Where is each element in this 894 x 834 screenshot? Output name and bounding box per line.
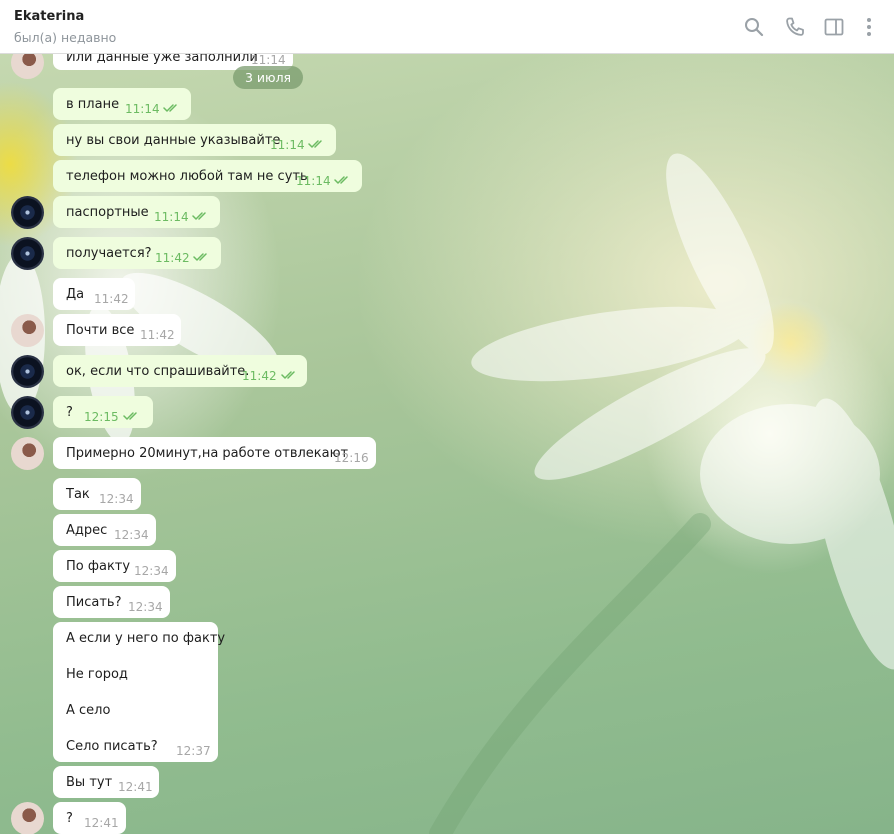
message-time: 11:42 <box>242 369 277 383</box>
message-text: ну вы свои данные указывайте <box>66 133 281 148</box>
message-text: паспортные <box>66 205 149 220</box>
message-bubble[interactable]: Примерно 20минут,на работе отвлекают 12:… <box>53 437 376 469</box>
chat-header: Ekaterina был(а) недавно <box>0 0 894 54</box>
phone-icon[interactable] <box>783 15 807 39</box>
message-time: 11:42 <box>140 328 175 342</box>
message-bubble[interactable]: ок, если что спрашивайте. 11:42 <box>53 355 307 387</box>
contact-avatar[interactable] <box>11 437 44 470</box>
contact-avatar[interactable] <box>11 802 44 834</box>
read-checkmarks-icon <box>308 140 322 148</box>
message-bubble[interactable]: Писать? 12:34 <box>53 586 170 618</box>
read-checkmarks-icon <box>281 371 295 379</box>
message-time: 11:14 <box>154 210 189 224</box>
message-time: 12:34 <box>99 492 134 506</box>
message-time: 11:42 <box>94 292 129 306</box>
message-time: 11:14 <box>296 174 331 188</box>
message-text: Вы тут <box>66 775 113 790</box>
message-time: 11:14 <box>125 102 160 116</box>
message-bubble[interactable]: Да 11:42 <box>53 278 135 310</box>
read-checkmarks-icon <box>192 212 206 220</box>
message-time: 11:42 <box>155 251 190 265</box>
message-time: 12:41 <box>118 780 153 794</box>
message-time: 12:34 <box>128 600 163 614</box>
message-bubble[interactable]: паспортные 11:14 <box>53 196 220 228</box>
message-bubble[interactable]: Адрес 12:34 <box>53 514 156 546</box>
read-checkmarks-icon <box>123 412 137 420</box>
search-icon[interactable] <box>742 15 766 39</box>
message-bubble[interactable]: Почти все 11:42 <box>53 314 181 346</box>
my-avatar[interactable] <box>11 396 44 429</box>
sidebar-toggle-icon[interactable] <box>822 15 846 39</box>
message-time: 12:15 <box>84 410 119 424</box>
message-text: Писать? <box>66 595 122 610</box>
message-text: Да <box>66 287 85 302</box>
message-time: 12:37 <box>176 744 211 758</box>
read-checkmarks-icon <box>193 253 207 261</box>
message-time: 12:16 <box>334 451 369 465</box>
message-text: Или данные уже заполнили <box>66 54 258 65</box>
message-text: Адрес <box>66 523 108 538</box>
my-avatar[interactable] <box>11 237 44 270</box>
message-line: Не город <box>66 667 128 682</box>
message-time: 12:34 <box>114 528 149 542</box>
message-time: 12:34 <box>134 564 169 578</box>
read-checkmarks-icon <box>334 176 348 184</box>
my-avatar[interactable] <box>11 355 44 388</box>
message-bubble[interactable]: получается? 11:42 <box>53 237 221 269</box>
message-bubble[interactable]: Так 12:34 <box>53 478 141 510</box>
message-text: Так <box>66 487 90 502</box>
message-text: в плане <box>66 97 120 112</box>
message-bubble[interactable]: ну вы свои данные указывайте 11:14 <box>53 124 336 156</box>
message-text: ? <box>66 405 73 420</box>
message-line: Село писать? <box>66 739 158 754</box>
message-bubble[interactable]: По факту 12:34 <box>53 550 176 582</box>
message-line: А если у него по факту <box>66 631 226 646</box>
message-text: ок, если что спрашивайте. <box>66 364 250 379</box>
date-divider: 3 июля <box>233 66 304 89</box>
contact-avatar[interactable] <box>11 314 44 347</box>
message-text: ? <box>66 811 73 826</box>
message-bubble[interactable]: телефон можно любой там не суть 11:14 <box>53 160 362 192</box>
message-text: получается? <box>66 246 152 261</box>
last-seen-status: был(а) недавно <box>14 30 117 45</box>
message-bubble[interactable]: ? 12:15 <box>53 396 153 428</box>
message-text: Примерно 20минут,на работе отвлекают <box>66 446 349 461</box>
message-time: 11:14 <box>270 138 305 152</box>
message-text: Почти все <box>66 323 135 338</box>
chat-background: 3 июля Или данные уже заполнили 11:14 в … <box>0 54 894 834</box>
message-text: По факту <box>66 559 131 574</box>
chat-title[interactable]: Ekaterina <box>14 9 84 24</box>
my-avatar[interactable] <box>11 196 44 229</box>
message-line: А село <box>66 703 111 718</box>
more-icon[interactable] <box>857 15 881 39</box>
message-bubble[interactable]: Вы тут 12:41 <box>53 766 159 798</box>
message-text: телефон можно любой там не суть <box>66 169 308 184</box>
message-time: 12:41 <box>84 816 119 830</box>
message-bubble[interactable]: А если у него по факту Не город А село С… <box>53 622 225 762</box>
message-bubble[interactable]: ? 12:41 <box>53 802 126 834</box>
message-bubble[interactable]: в плане 11:14 <box>53 88 191 120</box>
read-checkmarks-icon <box>163 104 177 112</box>
